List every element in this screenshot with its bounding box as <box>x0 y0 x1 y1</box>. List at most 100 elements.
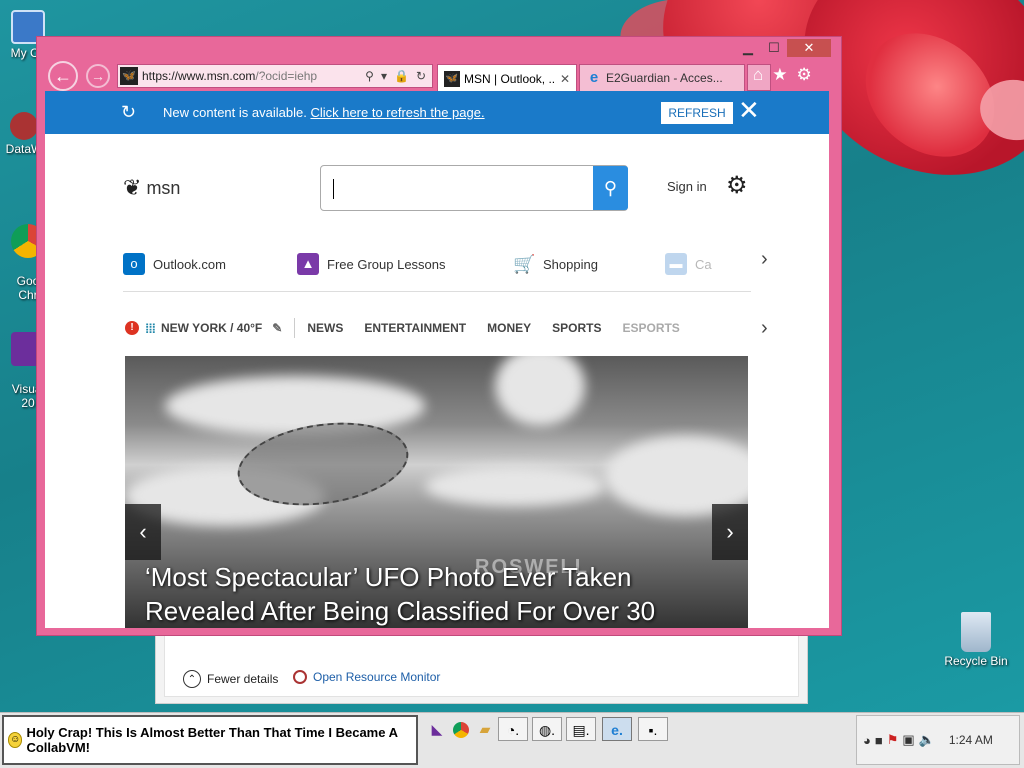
text-cursor <box>333 179 334 199</box>
cloud <box>425 466 605 506</box>
refresh-page-link[interactable]: Click here to refresh the page. <box>310 105 484 120</box>
search-input[interactable]: ⚲ <box>320 165 628 211</box>
edit-pencil-icon[interactable]: ✎ <box>272 321 282 335</box>
tab-close-icon[interactable]: ✕ <box>560 72 570 86</box>
volume-icon[interactable]: 🔈 <box>919 732 935 748</box>
quick-link-label: Shopping <box>543 256 598 272</box>
weather-location[interactable]: NEW YORK / 40°F <box>161 321 262 335</box>
carousel-next-button[interactable]: › <box>712 504 748 560</box>
security-alert-icon[interactable]: ⚑ <box>887 732 899 748</box>
address-bar[interactable]: 🦋 https://www.msn.com/?ocid=iehp ⚲ ▾ 🔒 ↻ <box>117 64 433 88</box>
database-icon <box>10 112 38 140</box>
favorites-star-icon[interactable]: ★ <box>772 65 787 85</box>
chevron-up-icon: ⌃ <box>183 670 201 688</box>
home-icon[interactable]: ⌂ <box>753 65 763 85</box>
tab-title: MSN | Outlook, ... <box>464 71 556 86</box>
quick-link-label: Outlook.com <box>153 256 226 272</box>
taskbar-app-button[interactable]: ◔. <box>498 717 528 741</box>
hero-headline[interactable]: ‘Most Spectacular’ UFO Photo Ever Taken … <box>145 560 735 628</box>
reload-icon[interactable]: ↻ <box>416 69 426 83</box>
search-icon[interactable]: ⚲ <box>365 69 374 83</box>
open-resource-monitor-label: Open Resource Monitor <box>313 670 441 684</box>
maximize-button[interactable]: ☐ <box>761 39 787 57</box>
command-prompt-taskbar-button[interactable]: ▪. <box>638 717 668 741</box>
hero-carousel[interactable]: ROSWELL ‹ › ‘Most Spectacular’ UFO Photo… <box>125 356 748 628</box>
divider <box>123 291 751 292</box>
back-button[interactable]: ← <box>48 61 78 91</box>
cloud <box>495 356 585 426</box>
car-icon: ▬ <box>665 253 687 275</box>
start-button[interactable]: ☺ Holy Crap! This Is Almost Better Than … <box>2 715 418 765</box>
notification-message: New content is available. Click here to … <box>163 105 485 120</box>
start-button-label: Holy Crap! This Is Almost Better Than Th… <box>26 725 398 755</box>
sign-in-link[interactable]: Sign in <box>667 179 707 194</box>
chevron-right-icon[interactable]: › <box>761 248 768 271</box>
resource-monitor-icon <box>293 670 307 684</box>
network-icon[interactable]: ▣ <box>902 732 914 748</box>
tab-msn[interactable]: 🦋 MSN | Outlook, ... ✕ <box>437 64 577 92</box>
category-nav: ! ⁞⁞⁞ NEW YORK / 40°F ✎ NEWS ENTERTAINME… <box>125 318 701 338</box>
quick-link-shopping[interactable]: 🛒 Shopping <box>513 253 598 275</box>
web-page: ↻ New content is available. Click here t… <box>45 91 829 628</box>
notification-bar: ↻ New content is available. Click here t… <box>45 91 829 134</box>
taskbar: ☺ Holy Crap! This Is Almost Better Than … <box>0 712 1024 768</box>
notification-text: New content is available. <box>163 105 307 120</box>
search-button[interactable]: ⚲ <box>593 166 628 210</box>
dropdown-icon[interactable]: ▾ <box>381 69 387 83</box>
clock[interactable]: 1:24 AM <box>949 733 993 747</box>
search-icon: ⚲ <box>603 178 618 198</box>
smiley-icon: ☺ <box>8 732 23 748</box>
weather-alert-icon[interactable]: ! <box>125 321 139 335</box>
refresh-button[interactable]: REFRESH <box>661 102 733 124</box>
address-tools: ⚲ ▾ 🔒 ↻ <box>365 69 432 83</box>
quick-link-cars[interactable]: ▬ Ca <box>665 253 712 275</box>
rain-icon: ⁞⁞⁞ <box>145 320 156 336</box>
minimize-button[interactable]: ▁ <box>735 39 761 57</box>
fewer-details-label: Fewer details <box>207 672 279 686</box>
network-status-icon[interactable]: ◕ <box>863 733 871 748</box>
nav-item-esports[interactable]: ESPORTS <box>622 321 679 335</box>
chevron-left-icon: ‹ <box>139 519 147 544</box>
browser-tools: ⌂ ★ ⚙ <box>753 65 812 85</box>
butterfly-icon: ❦ <box>123 175 142 200</box>
tab-e2guardian[interactable]: e E2Guardian - Acces... <box>579 64 745 92</box>
carousel-prev-button[interactable]: ‹ <box>125 504 161 560</box>
nav-item-entertainment[interactable]: ENTERTAINMENT <box>364 321 466 335</box>
ie-favicon-icon: e <box>589 69 599 86</box>
nav-item-money[interactable]: MONEY <box>487 321 531 335</box>
internet-explorer-window: ▁ ☐ ✕ ← → 🦋 https://www.msn.com/?ocid=ie… <box>36 36 842 636</box>
recycle-bin-icon <box>961 612 991 652</box>
quick-link-outlook[interactable]: o Outlook.com <box>123 253 226 275</box>
taskbar-app-button[interactable]: ▤. <box>566 717 596 741</box>
tab-title: E2Guardian - Acces... <box>606 71 723 85</box>
task-manager-window: ⌃ Fewer details Open Resource Monitor <box>155 628 808 704</box>
nav-item-news[interactable]: NEWS <box>307 321 343 335</box>
desktop-icon-recycle-bin[interactable]: Recycle Bin <box>944 612 1008 668</box>
fewer-details-button[interactable]: ⌃ Fewer details <box>183 670 278 688</box>
cart-icon: 🛒 <box>513 254 536 274</box>
stop-icon[interactable]: ■ <box>875 733 883 748</box>
quick-link-label: Ca <box>695 256 712 272</box>
desktop-icon-label: Recycle Bin <box>944 654 1008 668</box>
forward-button[interactable]: → <box>86 64 110 88</box>
gear-icon[interactable]: ⚙ <box>726 171 748 200</box>
msn-favicon-icon: 🦋 <box>120 67 138 85</box>
folder-icon[interactable]: ▰ <box>470 717 500 741</box>
outlook-icon: o <box>123 253 145 275</box>
nav-item-sports[interactable]: SPORTS <box>552 321 601 335</box>
internet-explorer-taskbar-button[interactable]: e. <box>602 717 632 741</box>
close-button[interactable]: ✕ <box>787 39 831 57</box>
quick-link-free-group-lessons[interactable]: ▲ Free Group Lessons <box>297 253 446 275</box>
address-url[interactable]: https://www.msn.com/?ocid=iehp <box>142 69 365 83</box>
lock-icon[interactable]: 🔒 <box>394 69 409 83</box>
open-resource-monitor-link[interactable]: Open Resource Monitor <box>293 670 440 684</box>
chevron-right-icon[interactable]: › <box>761 317 768 340</box>
close-notification-icon[interactable]: ✕ <box>738 97 760 123</box>
settings-gear-icon[interactable]: ⚙ <box>797 65 812 85</box>
window-controls: ▁ ☐ ✕ <box>735 39 831 57</box>
msn-logo[interactable]: ❦ msn <box>123 175 180 201</box>
taskbar-app-button[interactable]: ◍. <box>532 717 562 741</box>
url-path: /?ocid=iehp <box>255 69 318 83</box>
msn-logo-text: msn <box>146 177 181 198</box>
system-tray: ◕ ■ ⚑ ▣ 🔈 1:24 AM <box>856 715 1020 765</box>
